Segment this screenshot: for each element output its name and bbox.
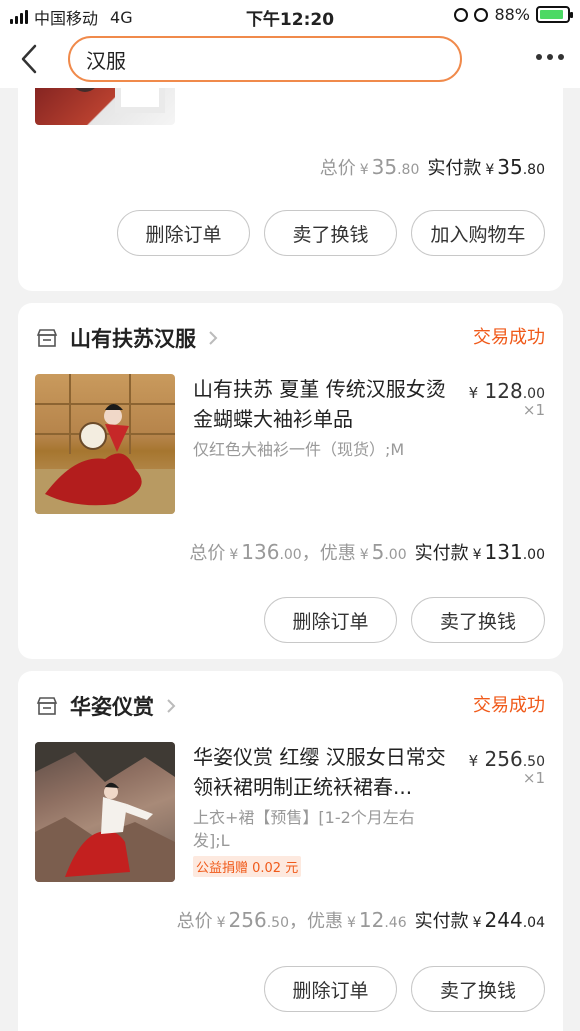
back-arrow-icon bbox=[21, 44, 37, 74]
shop-icon bbox=[36, 329, 58, 347]
item-spec: 上衣+裙【预售】[1-2个月左右发];L bbox=[193, 808, 415, 850]
more-dot-icon bbox=[558, 54, 564, 60]
item-title[interactable]: 山有扶苏 夏堇 传统汉服女烫金蝴蝶大袖衫单品 bbox=[193, 374, 455, 434]
product-image[interactable] bbox=[35, 88, 175, 125]
resell-button[interactable]: 卖了换钱 bbox=[411, 966, 545, 1012]
shop-name: 山有扶苏汉服 bbox=[70, 327, 196, 351]
back-button[interactable] bbox=[14, 42, 44, 76]
charity-badge: 公益捐赠 0.02 元 bbox=[193, 856, 302, 877]
shop-header[interactable]: 华姿仪赏 bbox=[36, 691, 176, 721]
total-amount: 136.00 bbox=[241, 540, 302, 564]
shop-header[interactable]: 山有扶苏汉服 bbox=[36, 323, 218, 353]
paid-label: 实付款 bbox=[414, 911, 469, 932]
item-quantity: ×1 bbox=[522, 769, 545, 787]
order-summary: 总价 ¥ 136.00 ，优惠 ¥ 5.00 实付款 ¥ 131.00 bbox=[189, 539, 545, 565]
add-to-cart-button[interactable]: 加入购物车 bbox=[411, 210, 545, 256]
currency-symbol: ¥ bbox=[485, 162, 495, 178]
nav-bar: 汉服 bbox=[0, 30, 580, 88]
delete-order-button[interactable]: 删除订单 bbox=[117, 210, 250, 256]
more-button[interactable] bbox=[536, 54, 564, 60]
total-label: 总价 bbox=[176, 911, 213, 932]
currency-symbol: ¥ bbox=[346, 915, 356, 931]
currency-symbol: ¥ bbox=[472, 915, 482, 931]
paid-amount: 244.04 bbox=[484, 908, 545, 932]
item-title[interactable]: 华姿仪赏 红缨 汉服女日常交领袄裙明制正统袄裙春... bbox=[193, 742, 455, 802]
order-card: 总价 ¥ 35.80 实付款 ¥ 35.80 删除订单 卖了换钱 加入购物车 bbox=[18, 88, 563, 291]
shop-name: 华姿仪赏 bbox=[70, 695, 154, 719]
item-spec: 仅红色大袖衫一件（现货）;M bbox=[193, 440, 405, 459]
resell-button[interactable]: 卖了换钱 bbox=[264, 210, 397, 256]
order-card: 华姿仪赏 交易成功 华姿仪赏 红缨 汉服女日常交领袄裙明制正统袄裙春... ¥ … bbox=[18, 671, 563, 1031]
paid-label: 实付款 bbox=[414, 543, 469, 564]
paid-amount: 35.80 bbox=[497, 155, 545, 179]
product-image[interactable] bbox=[35, 742, 175, 882]
chevron-right-icon bbox=[167, 699, 176, 713]
order-card: 山有扶苏汉服 交易成功 山有扶苏 夏堇 传统汉服女烫金蝴蝶大袖衫单品 ¥ 128… bbox=[18, 303, 563, 659]
more-dot-icon bbox=[536, 54, 542, 60]
discount-label: ，优惠 bbox=[301, 543, 356, 564]
item-quantity: ×1 bbox=[522, 401, 545, 419]
order-summary: 总价 ¥ 256.50 ，优惠 ¥ 12.46 实付款 ¥ 244.04 bbox=[177, 907, 545, 933]
currency-symbol: ¥ bbox=[216, 915, 226, 931]
chevron-right-icon bbox=[209, 331, 218, 345]
order-list[interactable]: 总价 ¥ 35.80 实付款 ¥ 35.80 删除订单 卖了换钱 加入购物车 山… bbox=[0, 88, 580, 1031]
currency-symbol: ¥ bbox=[359, 547, 369, 563]
search-input[interactable]: 汉服 bbox=[68, 36, 462, 82]
shop-icon bbox=[36, 697, 58, 715]
item-price: ¥ 256.50 bbox=[468, 747, 545, 771]
discount-amount: 12.46 bbox=[358, 908, 407, 932]
paid-label: 实付款 bbox=[427, 158, 482, 179]
more-dot-icon bbox=[547, 54, 553, 60]
search-value: 汉服 bbox=[86, 48, 126, 73]
alarm-icon bbox=[474, 7, 489, 22]
currency-symbol: ¥ bbox=[359, 162, 369, 178]
discount-label: ，优惠 bbox=[288, 911, 343, 932]
orientation-lock-icon bbox=[454, 7, 469, 22]
item-price: ¥ 128.00 bbox=[468, 379, 545, 403]
order-summary: 总价 ¥ 35.80 实付款 ¥ 35.80 bbox=[320, 154, 545, 180]
delete-order-button[interactable]: 删除订单 bbox=[264, 966, 397, 1012]
discount-amount: 5.00 bbox=[371, 540, 407, 564]
delete-order-button[interactable]: 删除订单 bbox=[264, 597, 397, 643]
total-label: 总价 bbox=[189, 543, 226, 564]
currency-symbol: ¥ bbox=[472, 547, 482, 563]
total-label: 总价 bbox=[319, 158, 356, 179]
total-amount: 35.80 bbox=[371, 155, 420, 179]
battery-icon bbox=[536, 6, 573, 23]
product-image[interactable] bbox=[35, 374, 175, 514]
status-bar: 中国移动 4G 下午12:20 88% bbox=[0, 0, 580, 30]
currency-symbol: ¥ bbox=[229, 547, 239, 563]
resell-button[interactable]: 卖了换钱 bbox=[411, 597, 545, 643]
order-status: 交易成功 bbox=[473, 695, 545, 716]
paid-amount: 131.00 bbox=[484, 540, 545, 564]
total-amount: 256.50 bbox=[228, 908, 289, 932]
battery-percent: 88% bbox=[494, 5, 530, 24]
order-status: 交易成功 bbox=[473, 327, 545, 348]
